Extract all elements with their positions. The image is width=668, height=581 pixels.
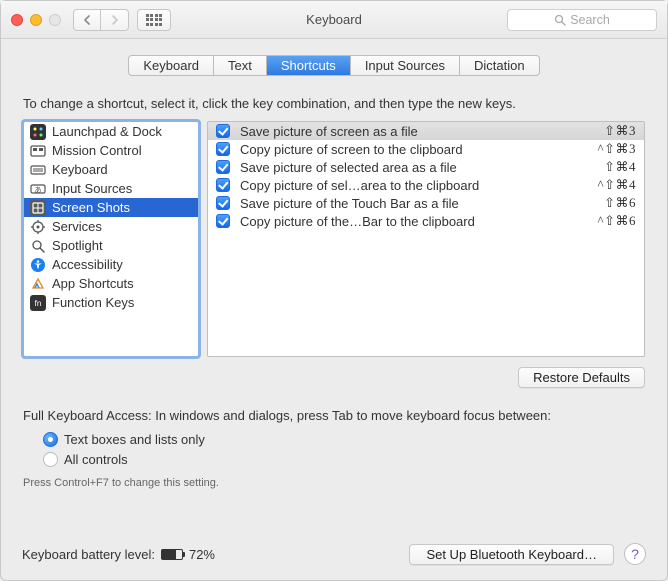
shortcut-keys[interactable]: ^⇧⌘6 xyxy=(598,213,637,229)
radio-icon xyxy=(43,432,58,447)
shortcut-checkbox[interactable] xyxy=(216,160,230,174)
instruction-text: To change a shortcut, select it, click t… xyxy=(23,96,645,111)
battery-percent: 72% xyxy=(189,547,215,562)
svg-text:fn: fn xyxy=(35,299,42,308)
category-input-sources[interactable]: あ Input Sources xyxy=(24,179,198,198)
grid-icon xyxy=(146,14,163,26)
shortcut-row[interactable]: Save picture of the Touch Bar as a file ⇧… xyxy=(208,194,644,212)
restore-defaults-button[interactable]: Restore Defaults xyxy=(518,367,645,388)
shortcut-keys[interactable]: ⇧⌘3 xyxy=(604,123,636,139)
back-button[interactable] xyxy=(73,9,101,31)
category-function-keys[interactable]: fn Function Keys xyxy=(24,293,198,312)
tab-bar: KeyboardTextShortcutsInput SourcesDictat… xyxy=(23,55,645,76)
category-launchpad-dock[interactable]: Launchpad & Dock xyxy=(24,122,198,141)
tab-input-sources[interactable]: Input Sources xyxy=(351,56,460,75)
input-icon: あ xyxy=(30,181,46,197)
minimize-button[interactable] xyxy=(30,14,42,26)
shortcut-label: Copy picture of the…Bar to the clipboard xyxy=(240,214,588,229)
radio-label: Text boxes and lists only xyxy=(64,432,205,447)
shortcut-checkbox[interactable] xyxy=(216,178,230,192)
fka-radio-1[interactable]: All controls xyxy=(43,449,645,469)
shortcut-keys[interactable]: ^⇧⌘4 xyxy=(598,177,637,193)
category-spotlight[interactable]: Spotlight xyxy=(24,236,198,255)
tab-shortcuts[interactable]: Shortcuts xyxy=(267,56,351,75)
close-button[interactable] xyxy=(11,14,23,26)
shortcut-row[interactable]: Copy picture of the…Bar to the clipboard… xyxy=(208,212,644,230)
category-label: Keyboard xyxy=(52,162,108,177)
bluetooth-keyboard-button[interactable]: Set Up Bluetooth Keyboard… xyxy=(409,544,614,565)
shortcut-panel[interactable]: Save picture of screen as a file⇧⌘3Copy … xyxy=(207,121,645,357)
shortcut-checkbox[interactable] xyxy=(216,196,230,210)
category-label: Spotlight xyxy=(52,238,103,253)
zoom-button xyxy=(49,14,61,26)
tab-text[interactable]: Text xyxy=(214,56,267,75)
svg-text:あ: あ xyxy=(35,186,42,194)
shortcut-keys[interactable]: ⇧⌘6 xyxy=(604,195,636,211)
accessibility-icon xyxy=(30,257,46,273)
shortcut-label: Save picture of selected area as a file xyxy=(240,160,594,175)
shortcut-label: Copy picture of sel…area to the clipboar… xyxy=(240,178,588,193)
shortcut-label: Copy picture of screen to the clipboard xyxy=(240,142,588,157)
search-icon xyxy=(554,14,566,26)
category-mission-control[interactable]: Mission Control xyxy=(24,141,198,160)
category-panel[interactable]: Launchpad & Dock Mission Control Keyboard あ… xyxy=(23,121,199,357)
category-label: App Shortcuts xyxy=(52,276,134,291)
spotlight-icon xyxy=(30,238,46,254)
preferences-window: Keyboard Search KeyboardTextShortcutsInp… xyxy=(0,0,668,581)
radio-icon xyxy=(43,452,58,467)
category-services[interactable]: Services xyxy=(24,217,198,236)
keyboard-icon xyxy=(30,162,46,178)
shortcut-row[interactable]: Save picture of selected area as a file ⇧… xyxy=(208,158,644,176)
shortcut-checkbox[interactable] xyxy=(216,124,230,138)
show-all-button[interactable] xyxy=(137,9,171,31)
fn-icon: fn xyxy=(30,295,46,311)
battery-label: Keyboard battery level: xyxy=(22,547,155,562)
launchpad-icon xyxy=(30,124,46,140)
forward-button[interactable] xyxy=(101,9,129,31)
battery-status: Keyboard battery level: 72% xyxy=(22,547,215,562)
shortcut-keys[interactable]: ^⇧⌘3 xyxy=(598,141,637,157)
shortcut-keys[interactable]: ⇧⌘4 xyxy=(604,159,636,175)
search-input[interactable]: Search xyxy=(507,9,657,31)
category-screen-shots[interactable]: Screen Shots xyxy=(24,198,198,217)
search-placeholder: Search xyxy=(570,13,610,27)
shortcut-row[interactable]: Copy picture of sel…area to the clipboar… xyxy=(208,176,644,194)
category-accessibility[interactable]: Accessibility xyxy=(24,255,198,274)
category-label: Screen Shots xyxy=(52,200,130,215)
shortcut-row[interactable]: Save picture of screen as a file ⇧⌘3 xyxy=(208,122,644,140)
services-icon xyxy=(30,219,46,235)
mission-icon xyxy=(30,143,46,159)
shortcut-label: Save picture of screen as a file xyxy=(240,124,594,139)
category-label: Accessibility xyxy=(52,257,123,272)
category-keyboard[interactable]: Keyboard xyxy=(24,160,198,179)
apps-icon xyxy=(30,276,46,292)
shortcut-checkbox[interactable] xyxy=(216,214,230,228)
fka-radio-group: Text boxes and lists only All controls xyxy=(43,429,645,469)
shortcut-label: Save picture of the Touch Bar as a file xyxy=(240,196,594,211)
fka-radio-0[interactable]: Text boxes and lists only xyxy=(43,429,645,449)
full-keyboard-access-label: Full Keyboard Access: In windows and dia… xyxy=(23,408,645,423)
shortcut-row[interactable]: Copy picture of screen to the clipboard ^… xyxy=(208,140,644,158)
titlebar: Keyboard Search xyxy=(1,1,667,39)
category-app-shortcuts[interactable]: App Shortcuts xyxy=(24,274,198,293)
screenshots-icon xyxy=(30,200,46,216)
content-area: KeyboardTextShortcutsInput SourcesDictat… xyxy=(1,39,667,503)
tab-dictation[interactable]: Dictation xyxy=(460,56,539,75)
battery-icon xyxy=(161,549,183,560)
footer: Keyboard battery level: 72% Set Up Bluet… xyxy=(0,531,668,581)
window-title: Keyboard xyxy=(306,12,362,27)
category-label: Function Keys xyxy=(52,295,134,310)
fka-help-text: Press Control+F7 to change this setting. xyxy=(23,477,645,489)
tab-keyboard[interactable]: Keyboard xyxy=(129,56,214,75)
nav-buttons xyxy=(73,9,129,31)
category-label: Input Sources xyxy=(52,181,132,196)
shortcut-checkbox[interactable] xyxy=(216,142,230,156)
traffic-lights xyxy=(11,14,61,26)
category-label: Services xyxy=(52,219,102,234)
radio-label: All controls xyxy=(64,452,128,467)
category-label: Launchpad & Dock xyxy=(52,124,162,139)
category-label: Mission Control xyxy=(52,143,142,158)
help-button[interactable]: ? xyxy=(624,543,646,565)
shortcut-panels: Launchpad & Dock Mission Control Keyboard あ… xyxy=(23,121,645,357)
